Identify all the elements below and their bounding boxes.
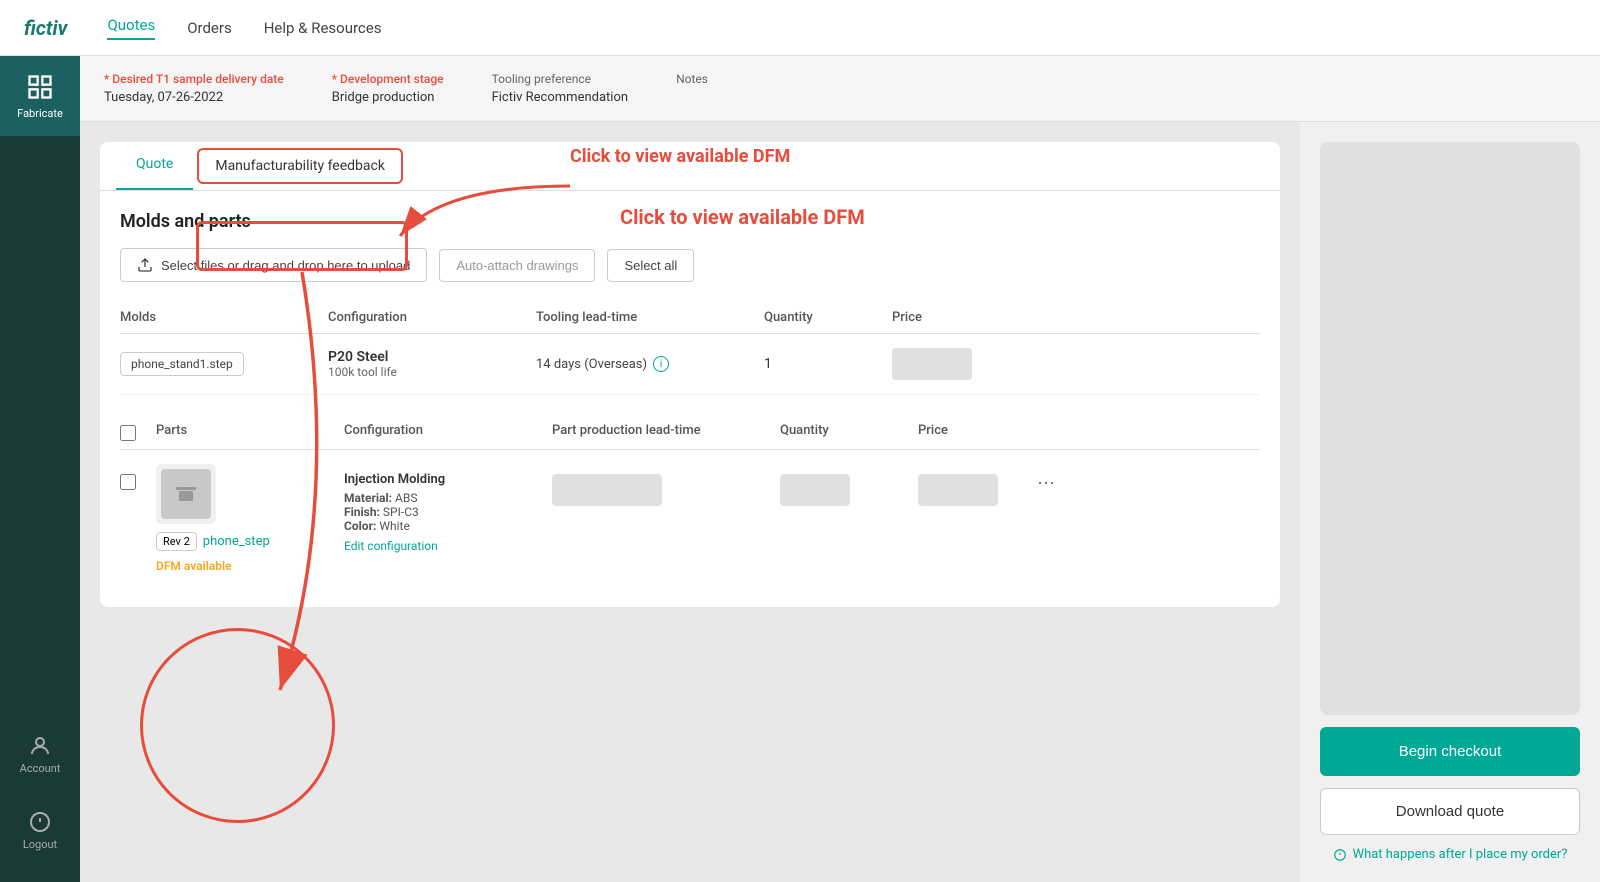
tooling-label: Tooling preference — [492, 72, 629, 86]
part-thumb-shape — [161, 469, 211, 519]
upload-button[interactable]: Select files or drag and drop here to up… — [120, 248, 427, 282]
download-quote-button[interactable]: Download quote — [1320, 788, 1580, 835]
part-process: Injection Molding Material: ABS Finish: … — [344, 472, 544, 553]
dfm-available-label[interactable]: DFM available — [156, 559, 336, 573]
part-name-link[interactable]: phone_step — [203, 534, 270, 549]
edit-config-link[interactable]: Edit configuration — [344, 539, 544, 553]
nav-orders[interactable]: Orders — [187, 19, 232, 37]
parts-quantity-col-header: Quantity — [780, 423, 910, 441]
parts-col-header: Parts — [156, 423, 336, 441]
mold-config-detail: 100k tool life — [328, 365, 528, 379]
upload-btn-label: Select files or drag and drop here to up… — [161, 258, 410, 273]
part-row: Rev 2 phone_step DFM available Injection… — [120, 450, 1260, 587]
begin-checkout-button[interactable]: Begin checkout — [1320, 727, 1580, 776]
rev-badge: Rev 2 — [156, 532, 197, 551]
fabricate-btn[interactable]: Fabricate — [0, 56, 80, 136]
account-btn[interactable]: Account — [0, 718, 80, 790]
delivery-value: Tuesday, 07-26-2022 — [104, 90, 284, 105]
part-cell: Rev 2 phone_step DFM available — [156, 464, 336, 573]
molds-col-header: Molds — [120, 310, 320, 325]
mold-price-skeleton — [892, 348, 972, 380]
parts-price-col-header: Price — [918, 423, 1018, 441]
logout-btn[interactable]: Logout — [0, 794, 80, 866]
tab-quote[interactable]: Quote — [116, 142, 193, 190]
part-more-btn[interactable]: ··· — [1026, 472, 1066, 493]
parts-lead-time-col-header: Part production lead-time — [552, 423, 772, 441]
auto-attach-button[interactable]: Auto-attach drawings — [439, 249, 595, 282]
logout-label: Logout — [23, 838, 57, 851]
mold-file: phone_stand1.step — [120, 352, 244, 376]
stage-value: Bridge production — [332, 90, 444, 105]
logo: fictiv — [24, 16, 67, 40]
section-title: Molds and parts — [120, 211, 1260, 232]
parts-select-all-checkbox[interactable] — [120, 425, 136, 441]
part-price-skeleton — [918, 474, 998, 506]
price-col-header: Price — [892, 310, 1012, 325]
part-label-row: Rev 2 phone_step — [156, 532, 336, 551]
mold-config-name: P20 Steel — [328, 349, 528, 365]
part-quantity-skeleton — [780, 474, 850, 506]
stage-label: * Development stage — [332, 72, 444, 86]
part-lead-time-skeleton — [552, 474, 662, 506]
part-config: Injection Molding Material: ABS Finish: … — [344, 464, 544, 553]
notes-label: Notes — [676, 72, 708, 86]
nav-help[interactable]: Help & Resources — [264, 19, 382, 37]
fabricate-label: Fabricate — [17, 107, 63, 120]
mold-lead-time: 14 days (Overseas) — [536, 357, 647, 372]
tab-manufacturability[interactable]: Manufacturability feedback — [197, 148, 403, 184]
mold-quantity: 1 — [764, 356, 884, 372]
tooling-value: Fictiv Recommendation — [492, 90, 629, 105]
help-link[interactable]: What happens after I place my order? — [1320, 847, 1580, 862]
right-panel-top — [1320, 142, 1580, 715]
part-thumb — [156, 464, 216, 524]
nav-quotes[interactable]: Quotes — [107, 16, 155, 40]
select-all-button[interactable]: Select all — [607, 249, 694, 282]
parts-config-col-header: Configuration — [344, 423, 544, 441]
config-col-header: Configuration — [328, 310, 528, 325]
lead-time-info-icon[interactable]: i — [653, 356, 669, 372]
tooling-lead-col-header: Tooling lead-time — [536, 310, 696, 325]
delivery-label: * Desired T1 sample delivery date — [104, 72, 284, 86]
mold-row: phone_stand1.step P20 Steel 100k tool li… — [120, 334, 1260, 395]
account-label: Account — [20, 762, 61, 775]
part-checkbox[interactable] — [120, 474, 136, 490]
quantity-col-header: Quantity — [764, 310, 884, 325]
